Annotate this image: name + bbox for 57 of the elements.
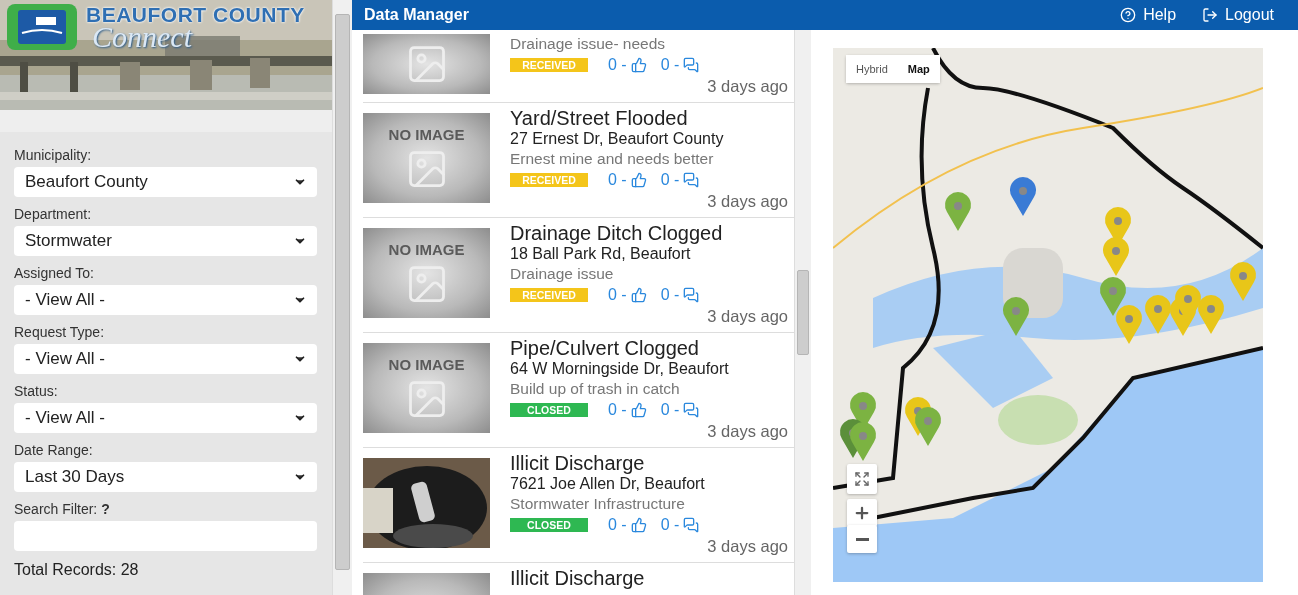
filter-label: Assigned To:: [14, 264, 95, 282]
comments-count[interactable]: 0 -: [660, 170, 700, 189]
likes-count[interactable]: 0 -: [608, 285, 647, 304]
likes-count[interactable]: 0 -: [608, 400, 647, 419]
request-description: Drainage issue: [510, 264, 615, 284]
request-address: 27 Ernest Dr, Beaufort County: [510, 129, 725, 149]
filter-select[interactable]: - View All -: [14, 285, 317, 315]
status-badge: RECEIVED: [510, 57, 588, 72]
request-address: 64 W Morningside Dr, Beaufort: [510, 359, 730, 379]
filter-select[interactable]: - View All -: [14, 344, 317, 374]
likes-count[interactable]: 0 -: [608, 55, 647, 74]
request-time: 3 days ago: [707, 306, 788, 327]
request-title[interactable]: Yard/Street Flooded: [510, 107, 788, 129]
request-description: Ernest mine and needs better: [510, 149, 715, 169]
filter-label: Status:: [14, 382, 59, 400]
filter-select[interactable]: Beaufort County: [14, 167, 317, 197]
no-image-label: NO IMAGE: [388, 125, 465, 143]
no-image-label: NO IMAGE: [388, 240, 465, 258]
header-link[interactable]: Logout: [1202, 6, 1274, 24]
request-description: Drainage issue- needs: [510, 34, 667, 54]
likes-count[interactable]: 0 -: [608, 170, 647, 189]
no-image-label: NO IMAGE: [388, 355, 465, 373]
comments-count[interactable]: 0 -: [660, 285, 700, 304]
map-type-tab[interactable]: Map: [897, 55, 940, 83]
filter-select[interactable]: Stormwater: [14, 226, 317, 256]
comments-count[interactable]: 0 -: [660, 400, 700, 419]
likes-count[interactable]: 0 -: [608, 515, 647, 534]
banner-title: BEAUFORT COUNTY: [86, 3, 305, 27]
request-title[interactable]: Pipe/Culvert Clogged: [510, 337, 788, 359]
filter-label: Municipality:: [14, 146, 93, 164]
filter-select[interactable]: - View All -: [14, 403, 317, 433]
status-badge: RECEIVED: [510, 172, 588, 187]
filter-label: Date Range:: [14, 441, 94, 459]
filter-label: Department:: [14, 205, 93, 223]
status-badge: RECEIVED: [510, 287, 588, 302]
comments-count[interactable]: 0 -: [660, 515, 700, 534]
map-type-tab[interactable]: Hybrid: [846, 55, 898, 83]
request-time: 3 days ago: [707, 191, 788, 212]
header-title: Data Manager: [364, 6, 469, 24]
total-records: Total Records: 28: [14, 561, 140, 579]
header-link[interactable]: Help: [1120, 6, 1177, 24]
comments-count[interactable]: 0 -: [660, 55, 700, 74]
filter-label: Search Filter: ?: [14, 500, 111, 518]
request-time: 3 days ago: [707, 76, 788, 97]
status-badge: CLOSED: [510, 517, 588, 532]
request-title[interactable]: Illicit Discharge: [510, 567, 788, 589]
request-description: Build up of trash in catch: [510, 379, 681, 399]
request-address: 7621 Joe Allen Dr, Beaufort: [510, 474, 706, 494]
request-title[interactable]: Drainage Ditch Clogged: [510, 222, 788, 244]
request-time: 3 days ago: [707, 421, 788, 442]
request-time: 3 days ago: [707, 536, 788, 557]
request-description: Stormwater Infrastructure: [510, 494, 686, 514]
filter-select[interactable]: Last 30 Days: [14, 462, 317, 492]
request-address: 18 Ball Park Rd, Beaufort: [510, 244, 692, 264]
request-title[interactable]: Illicit Discharge: [510, 452, 788, 474]
filter-label: Request Type:: [14, 323, 106, 341]
status-badge: CLOSED: [510, 402, 588, 417]
